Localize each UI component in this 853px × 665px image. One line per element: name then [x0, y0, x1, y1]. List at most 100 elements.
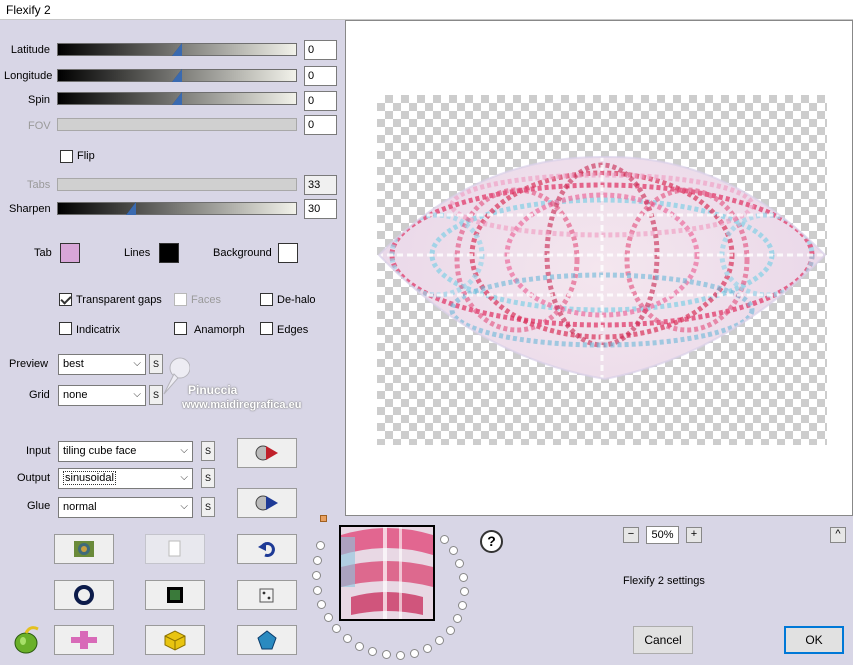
latitude-label: Latitude — [10, 44, 50, 56]
pentagon-button[interactable] — [237, 625, 297, 655]
frame-button[interactable] — [145, 580, 205, 610]
output-select-value: sinusoidal — [63, 471, 116, 485]
glue-label: Glue — [27, 500, 51, 512]
globe-icon — [74, 541, 94, 557]
longitude-slider-thumb[interactable] — [172, 69, 182, 82]
sharpen-label: Sharpen — [9, 203, 51, 215]
input-s-button[interactable]: S — [201, 441, 215, 461]
longitude-input[interactable]: 0 — [304, 66, 337, 86]
ring-icon — [74, 585, 94, 605]
play-forward-icon — [255, 445, 278, 461]
input-label: Input — [26, 445, 51, 457]
thumbnail-image — [341, 527, 433, 619]
preview-select[interactable]: best ⌵ — [58, 354, 146, 375]
transparency-checkerboard — [377, 95, 827, 445]
latitude-slider[interactable] — [57, 43, 297, 56]
copy-button — [145, 534, 205, 564]
flip-label: Flip — [77, 150, 95, 162]
chevron-down-icon: ⌵ — [133, 389, 141, 400]
anamorph-label: Anamorph — [194, 324, 245, 336]
longitude-slider[interactable] — [57, 69, 297, 82]
sharpen-slider-thumb[interactable] — [126, 202, 136, 215]
tab-color-swatch[interactable] — [60, 243, 80, 263]
play-blue-icon — [255, 495, 278, 511]
tab-color-label: Tab — [34, 247, 52, 259]
output-select[interactable]: sinusoidal ⌵ — [58, 468, 193, 489]
spin-slider[interactable] — [57, 92, 297, 105]
dice-icon — [259, 588, 274, 603]
play-blue-button[interactable] — [237, 488, 297, 518]
window-title: Flexify 2 — [6, 3, 51, 17]
sharpen-input[interactable]: 30 — [304, 199, 337, 219]
glue-s-button[interactable]: S — [201, 497, 215, 517]
tabs-input: 33 — [304, 175, 337, 195]
flaming-pear-logo-icon — [10, 625, 42, 655]
ok-button[interactable]: OK — [784, 626, 844, 654]
undo-icon — [258, 542, 275, 557]
watermark-logo-icon — [160, 356, 191, 396]
undo-button[interactable] — [237, 534, 297, 564]
latitude-slider-thumb[interactable] — [172, 43, 182, 56]
settings-label: Flexify 2 settings — [623, 575, 705, 587]
faces-checkbox — [174, 293, 187, 306]
transparent-gaps-checkbox[interactable] — [59, 293, 72, 306]
collapse-button[interactable]: ^ — [830, 527, 846, 543]
grid-select-value: none — [63, 389, 88, 401]
flip-checkbox[interactable] — [60, 150, 73, 163]
glue-select[interactable]: normal ⌵ — [58, 497, 193, 518]
spin-input[interactable]: 0 — [304, 91, 337, 111]
lines-color-label: Lines — [124, 247, 151, 259]
lines-color-swatch[interactable] — [159, 243, 179, 263]
background-color-swatch[interactable] — [278, 243, 298, 263]
dice-button[interactable] — [237, 580, 297, 610]
navigator-marker-icon — [320, 515, 327, 522]
edges-label: Edges — [277, 324, 309, 336]
anamorph-checkbox[interactable] — [174, 322, 187, 335]
preview-panel[interactable] — [345, 20, 853, 516]
tabs-slider — [57, 178, 297, 191]
sharpen-slider[interactable] — [57, 202, 297, 215]
cross-icon — [71, 631, 97, 649]
chevron-down-icon: ⌵ — [180, 445, 188, 456]
navigator-thumbnail[interactable] — [339, 525, 435, 621]
glue-select-value: normal — [63, 501, 97, 513]
fov-input[interactable]: 0 — [304, 115, 337, 135]
cross-button[interactable] — [54, 625, 114, 655]
randomize-button[interactable] — [54, 534, 114, 564]
preview-select-value: best — [63, 358, 84, 370]
indicatrix-checkbox[interactable] — [59, 322, 72, 335]
spin-label: Spin — [28, 94, 51, 106]
help-button[interactable]: ? — [480, 530, 503, 553]
output-s-button[interactable]: S — [201, 468, 215, 488]
faces-label: Faces — [191, 294, 221, 306]
fov-label: FOV — [28, 120, 51, 132]
page-icon — [168, 540, 181, 557]
watermark-name: Pinuccia — [188, 383, 238, 397]
grid-select[interactable]: none ⌵ — [58, 385, 146, 406]
cancel-button[interactable]: Cancel — [633, 626, 693, 654]
flexified-preview-image — [377, 155, 827, 381]
zoom-in-button[interactable]: + — [686, 527, 702, 543]
preview-label: Preview — [9, 358, 49, 370]
de-halo-checkbox[interactable] — [260, 293, 273, 306]
ring-button[interactable] — [54, 580, 114, 610]
frame-icon — [167, 587, 183, 603]
grid-label: Grid — [29, 389, 50, 401]
zoom-out-button[interactable]: − — [623, 527, 639, 543]
cube-button[interactable] — [145, 625, 205, 655]
cube-icon — [164, 630, 186, 651]
input-select-value: tiling cube face — [63, 445, 137, 457]
de-halo-label: De-halo — [277, 294, 316, 306]
longitude-label: Longitude — [4, 70, 53, 82]
chevron-down-icon: ⌵ — [133, 358, 141, 369]
tabs-label: Tabs — [27, 179, 51, 191]
input-select[interactable]: tiling cube face ⌵ — [58, 441, 193, 462]
spin-slider-thumb[interactable] — [172, 92, 182, 105]
zoom-level[interactable]: 50% — [646, 526, 679, 544]
background-color-label: Background — [213, 247, 272, 259]
transparent-gaps-label: Transparent gaps — [76, 294, 162, 306]
latitude-input[interactable]: 0 — [304, 40, 337, 60]
play-forward-button[interactable] — [237, 438, 297, 468]
chevron-down-icon: ⌵ — [180, 501, 188, 512]
edges-checkbox[interactable] — [260, 322, 273, 335]
